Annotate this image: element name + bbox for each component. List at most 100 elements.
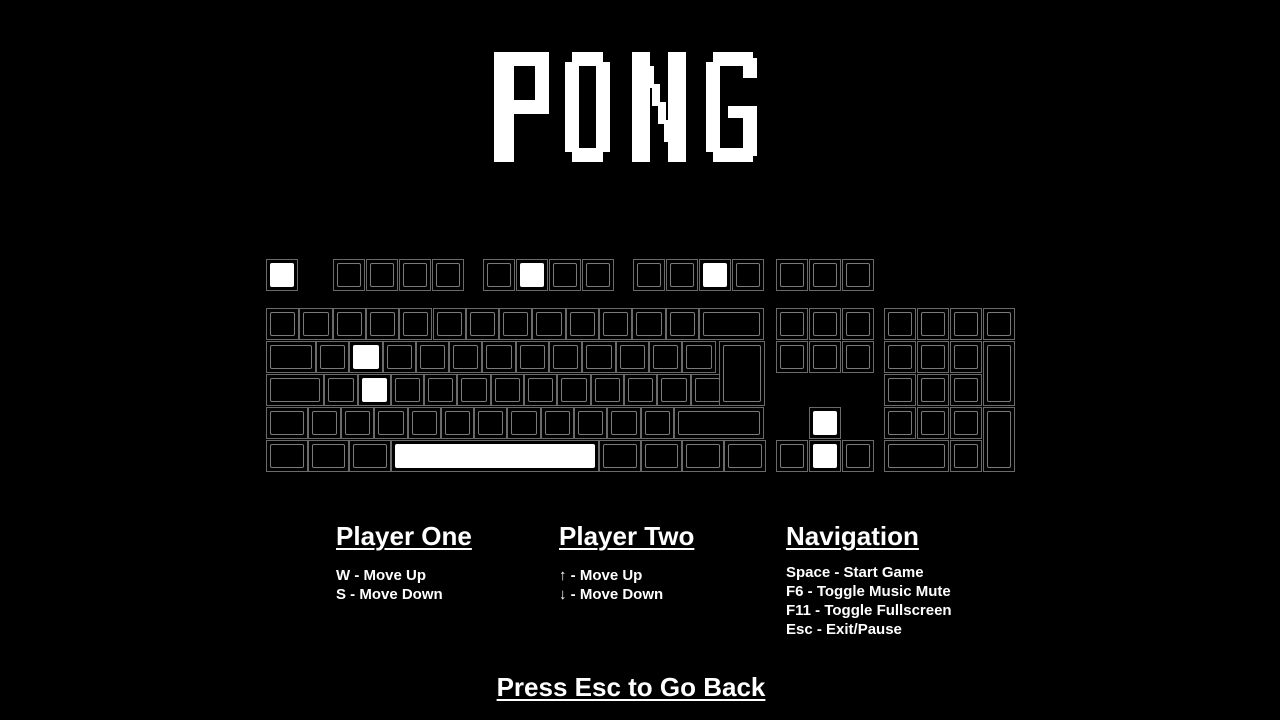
key-f5 <box>483 259 515 291</box>
key-f8 <box>582 259 614 291</box>
key-bracket-right <box>682 341 716 373</box>
player-one-move-up: W - Move Up <box>336 567 426 584</box>
key-num-3 <box>950 407 982 439</box>
key-num-decimal <box>950 440 982 472</box>
key-backspace <box>698 308 764 340</box>
key-shift-left <box>266 407 308 439</box>
nav-toggle-music: F6 - Toggle Music Mute <box>786 583 951 600</box>
key-n <box>507 407 541 439</box>
key-f11 <box>699 259 731 291</box>
key-num-5 <box>917 374 949 406</box>
key-num-1 <box>884 407 916 439</box>
key-num-2 <box>917 407 949 439</box>
key-e <box>382 341 416 373</box>
key-c <box>407 407 441 439</box>
key-f <box>424 374 458 406</box>
key-alt-left <box>349 440 391 472</box>
player-two-move-up: ↑ - Move Up <box>559 567 643 584</box>
key-alt-right <box>599 440 641 472</box>
key-ctrl-left <box>266 440 308 472</box>
key-z <box>340 407 375 439</box>
key-u <box>515 341 550 373</box>
key-delete <box>776 341 808 373</box>
key-l <box>590 374 624 406</box>
key-s <box>357 374 391 406</box>
key-2 <box>332 308 366 340</box>
key-h <box>490 374 525 406</box>
key-v <box>440 407 475 439</box>
key-end <box>809 341 841 373</box>
key-print-screen <box>776 259 808 291</box>
key-caps-lock <box>266 374 325 406</box>
navigation-heading: Navigation <box>786 521 919 551</box>
key-f2 <box>366 259 398 291</box>
key-m <box>540 407 575 439</box>
key-f4 <box>432 259 464 291</box>
nav-toggle-fullscreen: F11 - Toggle Fullscreen <box>786 602 952 619</box>
key-5 <box>432 308 466 340</box>
key-meta-left <box>307 440 350 472</box>
navigation-controls: Navigation Space - Start Game F6 - Toggl… <box>786 521 952 639</box>
back-prompt[interactable]: Press Esc to Go Back <box>0 672 1262 703</box>
key-equals <box>665 308 699 340</box>
player-one-move-down: S - Move Down <box>336 586 443 603</box>
key-num-9 <box>950 341 982 373</box>
key-j <box>524 374 558 406</box>
key-page-down <box>842 341 874 373</box>
key-x <box>374 407 408 439</box>
player-one-controls: Player One W - Move Up S - Move Down <box>336 521 472 604</box>
key-f12 <box>732 259 764 291</box>
key-pause <box>842 259 874 291</box>
player-two-controls: Player Two ↑ - Move Up ↓ - Move Down <box>559 521 694 604</box>
key-t <box>449 341 483 373</box>
key-menu <box>682 440 724 472</box>
key-space <box>390 440 599 472</box>
key-grave <box>266 308 300 340</box>
key-bracket-left <box>648 341 683 373</box>
key-semicolon <box>623 374 658 406</box>
key-minus <box>632 308 666 340</box>
key-right-arrow <box>842 440 874 472</box>
player-two-heading: Player Two <box>559 521 695 551</box>
key-q <box>315 341 350 373</box>
key-g <box>457 374 491 406</box>
key-y <box>482 341 516 373</box>
key-quote <box>657 374 691 406</box>
key-8 <box>532 308 566 340</box>
key-w <box>349 341 383 373</box>
key-f10 <box>666 259 698 291</box>
key-enter <box>719 341 765 406</box>
key-6 <box>465 308 500 340</box>
key-meta-right <box>640 440 683 472</box>
key-comma <box>574 407 608 439</box>
key-1 <box>299 308 333 340</box>
key-num-subtract <box>983 308 1015 340</box>
pong-logo-glyphs <box>494 52 757 162</box>
nav-exit-pause: Esc - Exit/Pause <box>786 621 902 638</box>
key-f7 <box>549 259 581 291</box>
key-d <box>390 374 425 406</box>
key-num-0 <box>884 440 949 472</box>
key-home <box>809 308 841 340</box>
key-up-arrow <box>809 407 841 439</box>
key-insert <box>776 308 808 340</box>
player-two-move-down: ↓ - Move Down <box>559 586 664 603</box>
key-esc <box>266 259 298 291</box>
key-f3 <box>399 259 431 291</box>
key-4 <box>399 308 433 340</box>
pong-logo <box>494 52 757 162</box>
key-page-up <box>842 308 874 340</box>
key-shift-right <box>673 407 764 439</box>
key-intl-backslash <box>307 407 341 439</box>
key-i <box>549 341 583 373</box>
key-num-enter <box>983 407 1015 472</box>
key-tab <box>266 341 316 373</box>
key-o <box>582 341 616 373</box>
key-num-4 <box>884 374 916 406</box>
key-f6 <box>516 259 548 291</box>
nav-start-game: Space - Start Game <box>786 564 924 581</box>
key-num-lock <box>884 308 916 340</box>
player-one-heading: Player One <box>336 521 472 551</box>
key-ctrl-right <box>723 440 766 472</box>
key-9 <box>565 308 599 340</box>
